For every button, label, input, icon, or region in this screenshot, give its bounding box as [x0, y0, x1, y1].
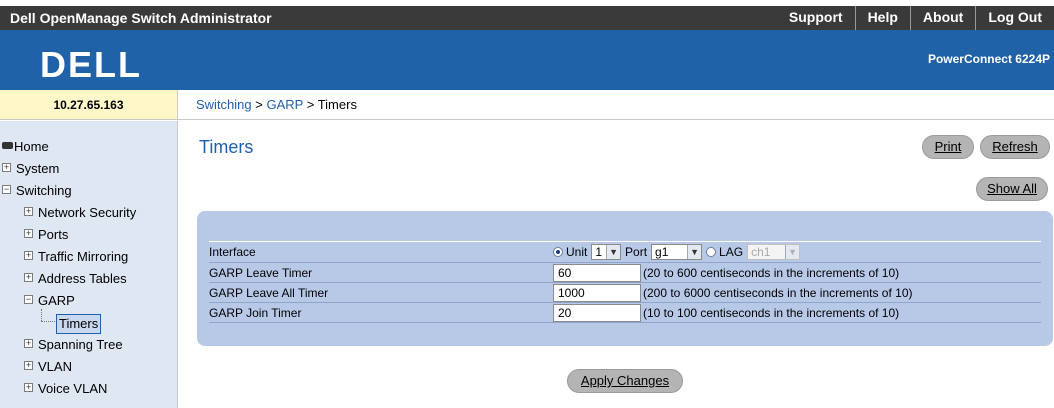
sidebar-item-label: Traffic Mirroring	[38, 249, 129, 264]
print-button[interactable]: Print	[922, 135, 974, 159]
collapse-icon[interactable]: −	[2, 185, 11, 194]
expand-icon[interactable]: +	[24, 339, 33, 348]
sidebar-item-system[interactable]: + System	[0, 159, 177, 181]
expand-icon[interactable]: +	[2, 163, 11, 172]
join-timer-input[interactable]	[553, 303, 641, 322]
top-links: Support Help About Log Out	[777, 6, 1054, 30]
sidebar-item-label: GARP	[38, 293, 75, 308]
leave-all-timer-desc: (200 to 6000 centiseconds in the increme…	[643, 282, 1041, 303]
interface-row: Interface Unit 1 ▼ Port g1 ▼ LAG ch1 ▼	[209, 241, 1041, 263]
dell-logo: DELL	[40, 44, 142, 85]
sidebar-item-address-tables[interactable]: + Address Tables	[0, 269, 177, 291]
sidebar-item-label: Timers	[56, 314, 102, 334]
show-all-button[interactable]: Show All	[976, 177, 1048, 201]
collapse-icon[interactable]: −	[24, 295, 33, 304]
sidebar-item-label: Ports	[38, 227, 69, 242]
main-content: Timers Print Refresh Show All Interface …	[179, 121, 1054, 408]
join-timer-label: GARP Join Timer	[209, 302, 553, 323]
sidebar-item-home[interactable]: Home	[0, 137, 177, 159]
top-bar: Dell OpenManage Switch Administrator Sup…	[0, 0, 1054, 30]
breadcrumb-garp[interactable]: GARP	[266, 97, 303, 112]
sidebar-item-label: Home	[14, 139, 49, 154]
interface-label: Interface	[209, 241, 553, 263]
sidebar-item-label: VLAN	[38, 359, 72, 374]
sidebar-item-timers[interactable]: Timers	[0, 309, 177, 335]
tree-connector	[41, 321, 55, 322]
expand-icon[interactable]: +	[24, 251, 33, 260]
port-label: Port	[625, 245, 648, 259]
ip-address: 10.27.65.163	[0, 90, 178, 120]
sidebar-item-voice-vlan[interactable]: + Voice VLAN	[0, 379, 177, 401]
port-value: g1	[655, 245, 669, 259]
refresh-button[interactable]: Refresh	[980, 135, 1050, 159]
sidebar-item-network-security[interactable]: + Network Security	[0, 203, 177, 225]
join-timer-desc: (10 to 100 centiseconds in the increment…	[643, 302, 1041, 323]
sidebar-item-label: System	[16, 161, 60, 176]
timers-panel: Interface Unit 1 ▼ Port g1 ▼ LAG ch1 ▼ G…	[197, 211, 1053, 346]
unit-select[interactable]: 1 ▼	[591, 244, 622, 260]
lag-value: ch1	[751, 245, 771, 259]
sidebar-item-traffic-mirroring[interactable]: + Traffic Mirroring	[0, 247, 177, 269]
sidebar-item-spanning-tree[interactable]: + Spanning Tree	[0, 335, 177, 357]
app-title: Dell OpenManage Switch Administrator	[10, 10, 272, 26]
sidebar-item-label: Switching	[16, 183, 72, 198]
help-link[interactable]: Help	[854, 6, 910, 30]
unit-radio[interactable]	[553, 247, 563, 257]
leave-timer-desc: (20 to 600 centiseconds in the increment…	[643, 262, 1041, 283]
model-name: PowerConnect 6224P	[927, 52, 1050, 66]
table-row: GARP Leave All Timer (200 to 6000 centis…	[209, 282, 1041, 303]
leave-all-timer-label: GARP Leave All Timer	[209, 282, 553, 303]
table-row: GARP Join Timer (10 to 100 centiseconds …	[209, 302, 1041, 323]
lag-radio[interactable]	[706, 247, 717, 257]
page-title: Timers	[199, 137, 254, 157]
timers-form: Interface Unit 1 ▼ Port g1 ▼ LAG ch1 ▼ G…	[209, 241, 1041, 323]
sidebar-item-label: Voice VLAN	[38, 381, 108, 396]
chevron-down-icon: ▼	[606, 245, 621, 259]
chevron-down-icon: ▼	[687, 245, 702, 259]
expand-icon[interactable]: +	[24, 383, 33, 392]
port-select[interactable]: g1 ▼	[651, 244, 703, 260]
unit-label: Unit	[566, 245, 588, 259]
logout-link[interactable]: Log Out	[975, 6, 1054, 30]
about-link[interactable]: About	[909, 6, 975, 30]
table-row: GARP Leave Timer (20 to 600 centiseconds…	[209, 262, 1041, 283]
apply-changes-button[interactable]: Apply Changes	[567, 369, 683, 393]
expand-icon[interactable]: +	[24, 361, 33, 370]
breadcrumb-separator: >	[306, 97, 315, 112]
sidebar-item-vlan[interactable]: + VLAN	[0, 357, 177, 379]
lag-label: LAG	[719, 245, 744, 259]
tree-connector	[41, 309, 42, 321]
chevron-down-icon: ▼	[785, 245, 800, 259]
sidebar-item-ports[interactable]: + Ports	[0, 225, 177, 247]
breadcrumb-current: Timers	[317, 97, 357, 112]
leave-all-timer-input[interactable]	[553, 283, 641, 302]
breadcrumb-switching[interactable]: Switching	[196, 97, 252, 112]
lag-select[interactable]: ch1 ▼	[747, 244, 801, 260]
breadcrumb-separator: >	[255, 97, 263, 112]
support-link[interactable]: Support	[777, 6, 855, 30]
banner: DELL PowerConnect 6224P	[0, 30, 1054, 90]
sidebar-item-switching[interactable]: − Switching	[0, 181, 177, 203]
expand-icon[interactable]: +	[24, 207, 33, 216]
expand-icon[interactable]: +	[24, 229, 33, 238]
sidebar: Home + System − Switching + Network Secu…	[0, 121, 178, 408]
sidebar-item-label: Address Tables	[38, 271, 127, 286]
unit-value: 1	[595, 245, 603, 259]
expand-icon[interactable]: +	[24, 273, 33, 282]
leave-timer-label: GARP Leave Timer	[209, 262, 553, 283]
sidebar-item-label: Spanning Tree	[38, 337, 123, 352]
home-icon	[2, 142, 13, 149]
leave-timer-input[interactable]	[553, 263, 641, 282]
sidebar-item-garp[interactable]: − GARP	[0, 291, 177, 313]
sidebar-item-label: Network Security	[38, 205, 137, 220]
breadcrumb: Switching > GARP > Timers	[178, 90, 1054, 120]
